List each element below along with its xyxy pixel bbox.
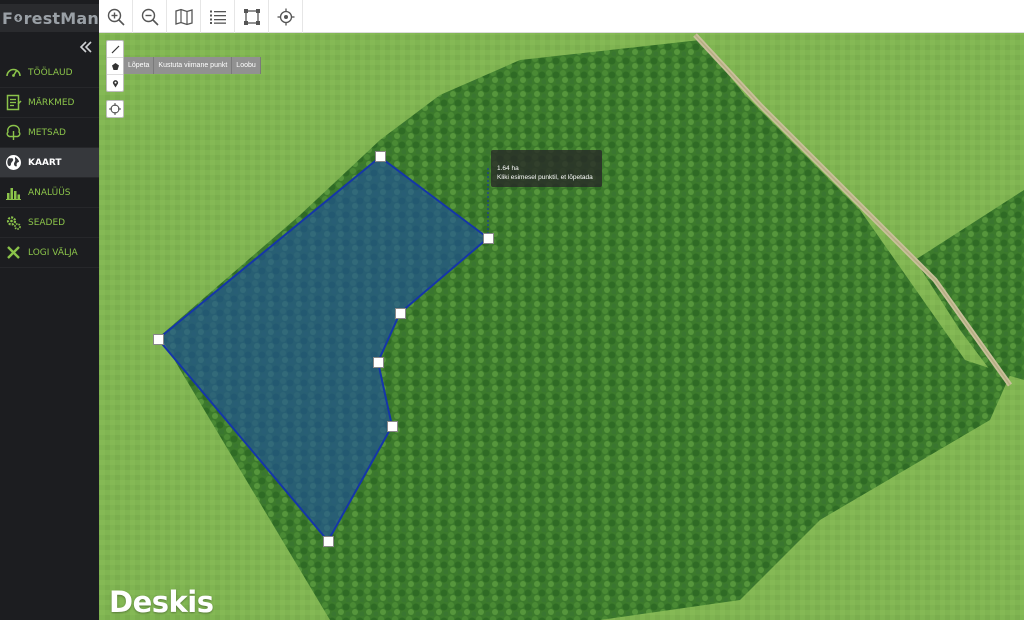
sidebar-item-settings[interactable]: SEADED [0, 208, 99, 238]
map-icon [174, 8, 193, 25]
sidebar-item-analysis[interactable]: ANALÜÜS [0, 178, 99, 208]
close-icon [7, 246, 20, 259]
zoom-out-button[interactable] [133, 0, 167, 33]
logo-text-suffix: restMan [23, 8, 99, 28]
polygon-icon [111, 62, 119, 70]
cancel-button[interactable]: Loobu [232, 57, 261, 74]
measure-tooltip: 1.64 ha Kliki esimesel punktil, et lõpet… [491, 150, 602, 187]
sidebar-item-forests[interactable]: METSAD [0, 118, 99, 148]
gear-icon [6, 216, 21, 230]
sidebar-item-label: LOGI VÄLJA [28, 247, 78, 258]
list-button[interactable] [201, 0, 235, 33]
delete-last-point-button[interactable]: Kustuta viimane punkt [154, 57, 233, 74]
sidebar: F restMan TÖÖLAUD MÄRKMED METSAD KAART A… [0, 0, 99, 620]
zoom-in-icon [107, 8, 125, 26]
polygon-vertex[interactable] [387, 421, 398, 432]
sidebar-item-map[interactable]: KAART [0, 148, 99, 178]
zoom-in-button[interactable] [99, 0, 133, 33]
polygon-vertex[interactable] [153, 334, 164, 345]
map-canvas[interactable] [99, 33, 1024, 620]
logo-tree-icon [14, 14, 23, 22]
locate-button[interactable] [269, 0, 303, 33]
sidebar-item-label: METSAD [28, 127, 66, 138]
crosshair-icon [109, 103, 121, 115]
list-icon [209, 10, 226, 24]
zoom-out-icon [141, 8, 159, 26]
sidebar-item-notes[interactable]: MÄRKMED [0, 88, 99, 118]
locate-icon [277, 8, 294, 25]
sidebar-item-dashboard[interactable]: TÖÖLAUD [0, 58, 99, 88]
map-layers-button[interactable] [167, 0, 201, 33]
polygon-vertex[interactable] [323, 536, 334, 547]
bar-chart-icon [6, 188, 21, 200]
sidebar-item-logout[interactable]: LOGI VÄLJA [0, 238, 99, 268]
locate-me-button[interactable] [106, 100, 124, 118]
select-area-button[interactable] [235, 0, 269, 33]
sidebar-item-label: SEADED [28, 217, 66, 228]
tooltip-hint: Kliki esimesel punktil, et lõpetada [497, 174, 593, 181]
draw-toolbar [106, 40, 124, 92]
globe-icon [6, 155, 21, 170]
satellite-imagery [99, 33, 1024, 620]
sidebar-item-label: KAART [28, 157, 62, 168]
collapse-sidebar-icon[interactable] [79, 40, 93, 54]
dashboard-icon [6, 68, 21, 77]
finish-button[interactable]: Lõpeta [124, 57, 155, 74]
sidebar-item-label: MÄRKMED [28, 97, 75, 108]
draw-marker-button[interactable] [107, 75, 123, 92]
map-watermark: Deskis [109, 585, 214, 619]
sidebar-item-label: ANALÜÜS [28, 187, 71, 198]
logo-text-prefix: F [2, 8, 14, 28]
polygon-vertex[interactable] [373, 357, 384, 368]
marker-icon [112, 80, 118, 88]
polygon-vertex[interactable] [483, 233, 494, 244]
notes-icon [6, 94, 22, 111]
app-logo[interactable]: F restMan [0, 4, 99, 32]
line-icon [111, 45, 119, 53]
sidebar-item-label: TÖÖLAUD [28, 67, 73, 78]
draw-polygon-button[interactable] [107, 58, 123, 75]
tooltip-area: 1.64 ha [497, 165, 519, 172]
polygon-vertex[interactable] [375, 151, 386, 162]
tree-icon [6, 124, 21, 140]
map-toolbar [99, 0, 1024, 33]
draw-line-button[interactable] [107, 41, 123, 58]
draw-actions: Lõpeta Kustuta viimane punkt Loobu [124, 57, 261, 74]
select-area-icon [243, 8, 260, 25]
polygon-vertex[interactable] [395, 308, 406, 319]
